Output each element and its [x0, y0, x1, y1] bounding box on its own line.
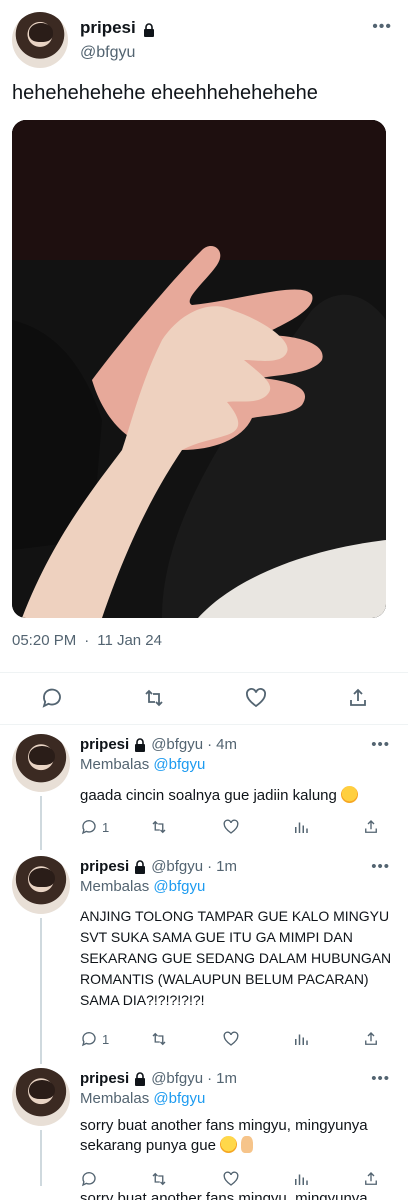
reply-icon [81, 820, 96, 835]
reply-icon[interactable] [80, 1170, 98, 1188]
mention-link[interactable]: @bfgyu [153, 878, 205, 895]
reply-text: ANJING TOLONG TAMPAR GUE KALO MINGYU SVT… [80, 908, 392, 1008]
reply-tweet[interactable]: pripesi @bfgyu · 1m ••• Membalas @bfgyu … [0, 1068, 408, 1190]
thread-line [40, 1130, 42, 1186]
like-icon[interactable] [244, 686, 268, 710]
partial-reply-text: sorry buat another fans mingyu, mingyuny… [80, 1190, 368, 1200]
handle[interactable]: @bfgyu [151, 858, 203, 875]
separator-dot: · [207, 736, 213, 753]
handle[interactable]: @bfgyu [151, 1070, 203, 1087]
handle[interactable]: @bfgyu [151, 736, 203, 753]
replying-label: Membalas [80, 756, 150, 773]
avatar[interactable] [12, 12, 68, 68]
thread-line [40, 796, 42, 850]
lock-icon [142, 22, 156, 37]
divider [0, 672, 408, 673]
mention-link[interactable]: @bfgyu [153, 756, 205, 773]
main-tweet-header: pripesi @bfgyu ••• [12, 12, 396, 70]
views-icon[interactable] [292, 818, 310, 836]
reply-button[interactable]: 1 [80, 818, 109, 836]
mention-link[interactable]: @bfgyu [153, 1090, 205, 1107]
avatar[interactable] [12, 856, 70, 914]
separator-dot: · [207, 858, 213, 875]
reply-count: 1 [102, 1031, 110, 1047]
tweet-time: 05:20 PM [12, 632, 77, 649]
like-icon[interactable] [222, 818, 240, 836]
display-name-text[interactable]: pripesi [80, 18, 136, 38]
tweet-photo[interactable] [12, 120, 386, 618]
separator-dot: · [84, 632, 90, 649]
retweet-icon[interactable] [150, 818, 168, 836]
smiling-face-icon [220, 1136, 238, 1153]
retweet-icon[interactable] [150, 1170, 168, 1188]
divider [0, 724, 408, 725]
reply-icon[interactable] [40, 686, 64, 710]
lock-icon [133, 860, 147, 874]
reply-age[interactable]: 4m [216, 736, 237, 753]
reply-meta: pripesi @bfgyu · 1m [80, 858, 237, 875]
lock-icon [133, 1072, 147, 1086]
reply-age[interactable]: 1m [216, 1070, 237, 1087]
main-action-bar [0, 680, 408, 716]
reply-button[interactable]: 1 [80, 1030, 109, 1048]
reply-action-bar: 1 [80, 818, 390, 838]
reply-meta: pripesi @bfgyu · 1m [80, 1070, 237, 1087]
avatar[interactable] [12, 734, 70, 792]
reply-age[interactable]: 1m [216, 858, 237, 875]
tweet-text: hehehehehehe eheehhehehehehe [12, 82, 318, 104]
reply-count: 1 [102, 819, 110, 835]
more-options-icon[interactable]: ••• [371, 858, 390, 875]
reply-tweet[interactable]: pripesi @bfgyu · 4m ••• Membalas @bfgyu … [0, 734, 408, 850]
reply-action-bar: 1 [80, 1030, 390, 1050]
retweet-icon[interactable] [150, 1030, 168, 1048]
replying-to: Membalas @bfgyu [80, 1090, 205, 1107]
reply-action-bar [80, 1170, 390, 1190]
replying-label: Membalas [80, 878, 150, 895]
tweet-date: 11 Jan 24 [97, 632, 162, 649]
share-icon[interactable] [362, 818, 380, 836]
display-name[interactable]: pripesi [80, 858, 129, 875]
share-icon[interactable] [362, 1030, 380, 1048]
share-icon[interactable] [362, 1170, 380, 1188]
more-options-icon[interactable]: ••• [371, 1070, 390, 1087]
reply-meta: pripesi @bfgyu · 4m [80, 736, 237, 753]
replying-label: Membalas [80, 1090, 150, 1107]
handle[interactable]: @bfgyu [80, 44, 135, 62]
reply-text: sorry buat another fans mingyu, mingyuny… [80, 1116, 398, 1156]
reply-tweet[interactable]: pripesi @bfgyu · 1m ••• Membalas @bfgyu … [0, 856, 408, 1064]
display-name[interactable]: pripesi [80, 18, 156, 38]
share-icon[interactable] [346, 686, 370, 710]
reply-text: gaada cincin soalnya gue jadiin kalung [80, 786, 398, 806]
display-name[interactable]: pripesi [80, 1070, 129, 1087]
lock-icon [133, 738, 147, 752]
pointing-hand-icon [241, 1136, 254, 1153]
avatar[interactable] [12, 1068, 70, 1126]
replying-to: Membalas @bfgyu [80, 756, 205, 773]
display-name[interactable]: pripesi [80, 736, 129, 753]
thread-line [40, 918, 42, 1064]
separator-dot: · [207, 1070, 213, 1087]
like-icon[interactable] [222, 1030, 240, 1048]
reply-icon [81, 1032, 96, 1047]
reply-text-body: gaada cincin soalnya gue jadiin kalung [80, 787, 337, 804]
retweet-icon[interactable] [142, 686, 166, 710]
tweet-timestamp[interactable]: 05:20 PM · 11 Jan 24 [12, 632, 162, 649]
smiling-face-with-hearts-icon [341, 786, 359, 803]
replying-to: Membalas @bfgyu [80, 878, 205, 895]
views-icon[interactable] [292, 1170, 310, 1188]
views-icon[interactable] [292, 1030, 310, 1048]
more-options-icon[interactable]: ••• [372, 18, 392, 36]
more-options-icon[interactable]: ••• [371, 736, 390, 753]
like-icon[interactable] [222, 1170, 240, 1188]
